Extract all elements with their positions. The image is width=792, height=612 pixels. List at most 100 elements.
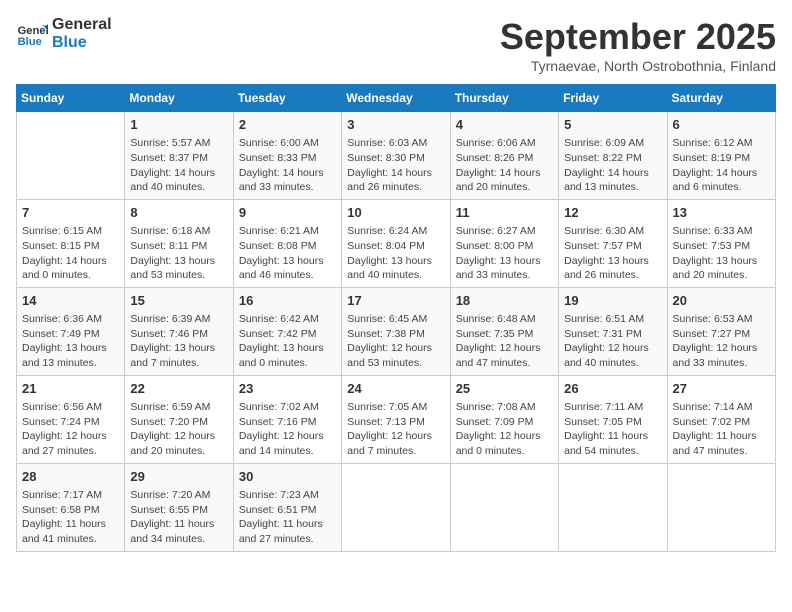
day-info: Sunrise: 6:15 AM <box>22 224 119 239</box>
day-info: Sunrise: 6:24 AM <box>347 224 444 239</box>
day-info: Sunrise: 6:45 AM <box>347 312 444 327</box>
day-info: and 33 minutes. <box>456 268 553 283</box>
day-info: and 26 minutes. <box>347 180 444 195</box>
day-number: 29 <box>130 468 227 486</box>
day-info: and 54 minutes. <box>564 444 661 459</box>
day-info: and 13 minutes. <box>22 356 119 371</box>
calendar-cell: 5Sunrise: 6:09 AMSunset: 8:22 PMDaylight… <box>559 112 667 200</box>
day-info: Daylight: 12 hours <box>564 341 661 356</box>
day-info: Sunrise: 6:59 AM <box>130 400 227 415</box>
day-info: Sunrise: 6:30 AM <box>564 224 661 239</box>
day-info: Sunrise: 7:20 AM <box>130 488 227 503</box>
month-title: September 2025 <box>500 16 776 58</box>
day-info: and 0 minutes. <box>22 268 119 283</box>
calendar-cell <box>559 463 667 551</box>
day-info: and 33 minutes. <box>239 180 336 195</box>
day-number: 6 <box>673 116 770 134</box>
day-number: 10 <box>347 204 444 222</box>
calendar-cell: 9Sunrise: 6:21 AMSunset: 8:08 PMDaylight… <box>233 199 341 287</box>
day-info: Daylight: 12 hours <box>22 429 119 444</box>
calendar-cell <box>667 463 775 551</box>
day-info: and 0 minutes. <box>239 356 336 371</box>
calendar-cell: 25Sunrise: 7:08 AMSunset: 7:09 PMDayligh… <box>450 375 558 463</box>
day-info: Sunset: 7:42 PM <box>239 327 336 342</box>
day-info: and 7 minutes. <box>347 444 444 459</box>
calendar-cell: 22 Sunrise: 6:59 AMSunset: 7:20 PMDayligh… <box>125 375 233 463</box>
day-info: Sunset: 7:35 PM <box>456 327 553 342</box>
day-info: Sunrise: 6:21 AM <box>239 224 336 239</box>
day-info: Sunrise: 6:27 AM <box>456 224 553 239</box>
calendar-cell: 21Sunrise: 6:56 AMSunset: 7:24 PMDayligh… <box>17 375 125 463</box>
day-info: Sunrise: 7:08 AM <box>456 400 553 415</box>
logo: General Blue General Blue <box>16 16 112 51</box>
day-info: Sunrise: 7:02 AM <box>239 400 336 415</box>
day-info: Sunset: 8:00 PM <box>456 239 553 254</box>
day-info: Sunset: 6:51 PM <box>239 503 336 518</box>
day-info: Sunrise: 6:36 AM <box>22 312 119 327</box>
week-row-1: 1Sunrise: 5:57 AMSunset: 8:37 PMDaylight… <box>17 112 776 200</box>
day-info: Daylight: 13 hours <box>456 254 553 269</box>
calendar-cell: 30Sunrise: 7:23 AMSunset: 6:51 PMDayligh… <box>233 463 341 551</box>
day-number: 7 <box>22 204 119 222</box>
calendar-cell: 4Sunrise: 6:06 AMSunset: 8:26 PMDaylight… <box>450 112 558 200</box>
day-info: Daylight: 12 hours <box>456 429 553 444</box>
day-number: 26 <box>564 380 661 398</box>
weekday-header-tuesday: Tuesday <box>233 85 341 112</box>
day-number: 18 <box>456 292 553 310</box>
calendar-cell: 3Sunrise: 6:03 AMSunset: 8:30 PMDaylight… <box>342 112 450 200</box>
day-info: Daylight: 11 hours <box>239 517 336 532</box>
day-info: Sunset: 7:38 PM <box>347 327 444 342</box>
calendar-cell <box>450 463 558 551</box>
day-info: and 41 minutes. <box>22 532 119 547</box>
day-info: Sunset: 8:26 PM <box>456 151 553 166</box>
day-info: and 26 minutes. <box>564 268 661 283</box>
day-info: and 34 minutes. <box>130 532 227 547</box>
week-row-4: 21Sunrise: 6:56 AMSunset: 7:24 PMDayligh… <box>17 375 776 463</box>
day-info: Sunrise: 6:33 AM <box>673 224 770 239</box>
day-number: 20 <box>673 292 770 310</box>
day-info: Daylight: 13 hours <box>130 254 227 269</box>
location-subtitle: Tyrnaevae, North Ostrobothnia, Finland <box>500 58 776 74</box>
day-number: 23 <box>239 380 336 398</box>
calendar-cell: 18Sunrise: 6:48 AMSunset: 7:35 PMDayligh… <box>450 287 558 375</box>
day-info: Daylight: 12 hours <box>456 341 553 356</box>
calendar-cell: 6Sunrise: 6:12 AMSunset: 8:19 PMDaylight… <box>667 112 775 200</box>
week-row-5: 28Sunrise: 7:17 AMSunset: 6:58 PMDayligh… <box>17 463 776 551</box>
calendar-cell: 15Sunrise: 6:39 AMSunset: 7:46 PMDayligh… <box>125 287 233 375</box>
day-info: and 33 minutes. <box>673 356 770 371</box>
calendar-cell: 1Sunrise: 5:57 AMSunset: 8:37 PMDaylight… <box>125 112 233 200</box>
day-info: Sunset: 7:49 PM <box>22 327 119 342</box>
calendar-cell: 2Sunrise: 6:00 AMSunset: 8:33 PMDaylight… <box>233 112 341 200</box>
day-info: Sunrise: 6:18 AM <box>130 224 227 239</box>
day-info: Sunset: 8:15 PM <box>22 239 119 254</box>
day-info: Sunset: 7:20 PM <box>130 415 227 430</box>
day-info: Sunrise: 6:09 AM <box>564 136 661 151</box>
day-info: Sunset: 7:02 PM <box>673 415 770 430</box>
day-info: Sunset: 6:55 PM <box>130 503 227 518</box>
day-info: Daylight: 13 hours <box>130 341 227 356</box>
day-info: Sunrise: 6:51 AM <box>564 312 661 327</box>
day-info: and 53 minutes. <box>130 268 227 283</box>
day-number: 2 <box>239 116 336 134</box>
day-number: 21 <box>22 380 119 398</box>
weekday-header-saturday: Saturday <box>667 85 775 112</box>
calendar-cell: 10Sunrise: 6:24 AMSunset: 8:04 PMDayligh… <box>342 199 450 287</box>
day-info: Sunset: 7:24 PM <box>22 415 119 430</box>
weekday-header-monday: Monday <box>125 85 233 112</box>
calendar-cell: 23Sunrise: 7:02 AMSunset: 7:16 PMDayligh… <box>233 375 341 463</box>
day-info: Sunrise: 7:11 AM <box>564 400 661 415</box>
page-header: General Blue General Blue September 2025… <box>16 16 776 74</box>
day-info: Daylight: 12 hours <box>130 429 227 444</box>
day-info: Sunset: 7:53 PM <box>673 239 770 254</box>
weekday-header-sunday: Sunday <box>17 85 125 112</box>
day-info: Sunset: 8:11 PM <box>130 239 227 254</box>
day-info: Daylight: 12 hours <box>673 341 770 356</box>
day-info: and 40 minutes. <box>347 268 444 283</box>
day-info: Daylight: 14 hours <box>564 166 661 181</box>
calendar-cell: 19Sunrise: 6:51 AMSunset: 7:31 PMDayligh… <box>559 287 667 375</box>
day-info: Sunset: 8:08 PM <box>239 239 336 254</box>
day-info: Sunset: 7:31 PM <box>564 327 661 342</box>
day-info: Sunset: 7:46 PM <box>130 327 227 342</box>
calendar-cell: 20Sunrise: 6:53 AMSunset: 7:27 PMDayligh… <box>667 287 775 375</box>
day-number: 22 <box>130 380 227 398</box>
